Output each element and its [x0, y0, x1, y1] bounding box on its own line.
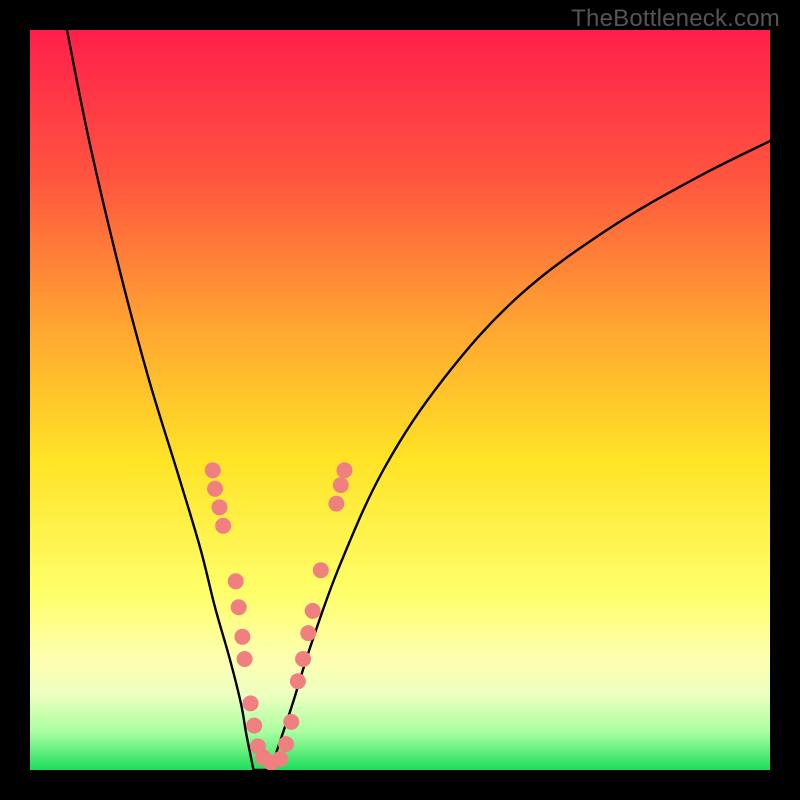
watermark-label: TheBottleneck.com [571, 5, 780, 33]
highlight-point [295, 651, 311, 667]
highlight-point [234, 629, 250, 645]
highlight-point [237, 651, 253, 667]
highlight-point [278, 736, 294, 752]
highlight-point [231, 599, 247, 615]
highlight-point [290, 673, 306, 689]
highlight-point [328, 496, 344, 512]
highlight-point [300, 625, 316, 641]
chart-frame: TheBottleneck.com [0, 0, 800, 800]
curve-right-branch [271, 141, 771, 770]
highlight-point [283, 714, 299, 730]
curves-layer [30, 30, 770, 770]
highlight-point [272, 751, 288, 767]
highlight-point [246, 718, 262, 734]
highlight-point [337, 462, 353, 478]
highlight-point [215, 518, 231, 534]
highlight-point [211, 499, 227, 515]
curve-left-branch [67, 30, 253, 770]
highlight-point [313, 562, 329, 578]
highlight-point [228, 573, 244, 589]
highlight-point [205, 462, 221, 478]
highlight-point [333, 477, 349, 493]
highlight-point [207, 481, 223, 497]
highlight-point [305, 603, 321, 619]
plot-area [30, 30, 770, 770]
highlight-point [243, 695, 259, 711]
